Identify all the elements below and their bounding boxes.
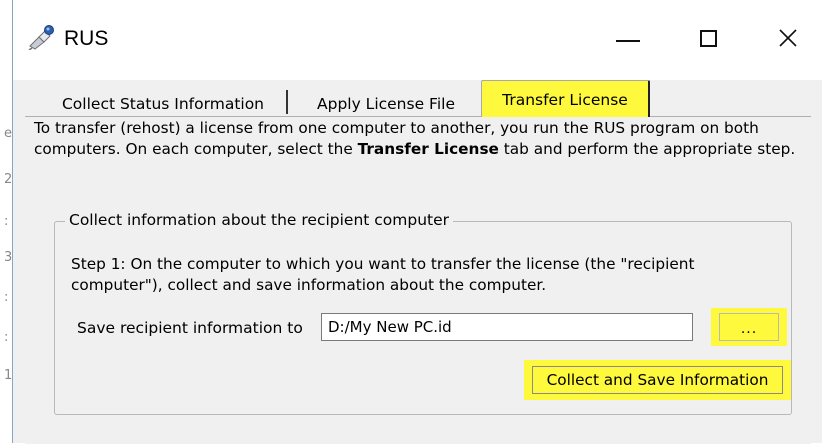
- intro-text-part: tab and perform the appropriate step.: [498, 140, 796, 158]
- browse-button-label: ...: [719, 313, 779, 341]
- tab-apply-license-file[interactable]: Apply License File: [296, 89, 476, 119]
- collect-and-save-button[interactable]: Collect and Save Information: [524, 360, 791, 400]
- rus-window: RUS Collect Status Information Apply Lic…: [12, 0, 822, 444]
- background-glyph: e: [4, 126, 12, 141]
- background-glyph: :: [4, 290, 9, 305]
- tab-separator: [286, 90, 288, 114]
- tab-collect-status-information[interactable]: Collect Status Information: [41, 89, 285, 119]
- close-button[interactable]: [758, 14, 818, 62]
- tab-transfer-license[interactable]: Transfer License: [481, 80, 650, 117]
- minimize-icon: [616, 40, 640, 42]
- save-recipient-label: Save recipient information to: [77, 319, 303, 337]
- collect-and-save-label: Collect and Save Information: [532, 366, 783, 394]
- app-icon: [28, 25, 54, 50]
- background-glyph: :: [4, 214, 9, 229]
- maximize-button[interactable]: [678, 14, 738, 62]
- window-title: RUS: [64, 27, 109, 50]
- maximize-icon: [699, 29, 717, 47]
- browse-button[interactable]: ...: [711, 308, 787, 346]
- group-legend: Collect information about the recipient …: [65, 209, 454, 231]
- intro-bold-tab-name: Transfer License: [357, 140, 499, 158]
- recipient-path-input[interactable]: [321, 313, 693, 341]
- intro-text: To transfer (rehost) a license from one …: [34, 118, 812, 160]
- background-glyph: :: [4, 330, 9, 345]
- title-bar[interactable]: RUS: [13, 0, 822, 80]
- step-1-text: Step 1: On the computer to which you wan…: [71, 255, 695, 294]
- close-icon: [779, 29, 797, 47]
- minimize-button[interactable]: [598, 14, 658, 62]
